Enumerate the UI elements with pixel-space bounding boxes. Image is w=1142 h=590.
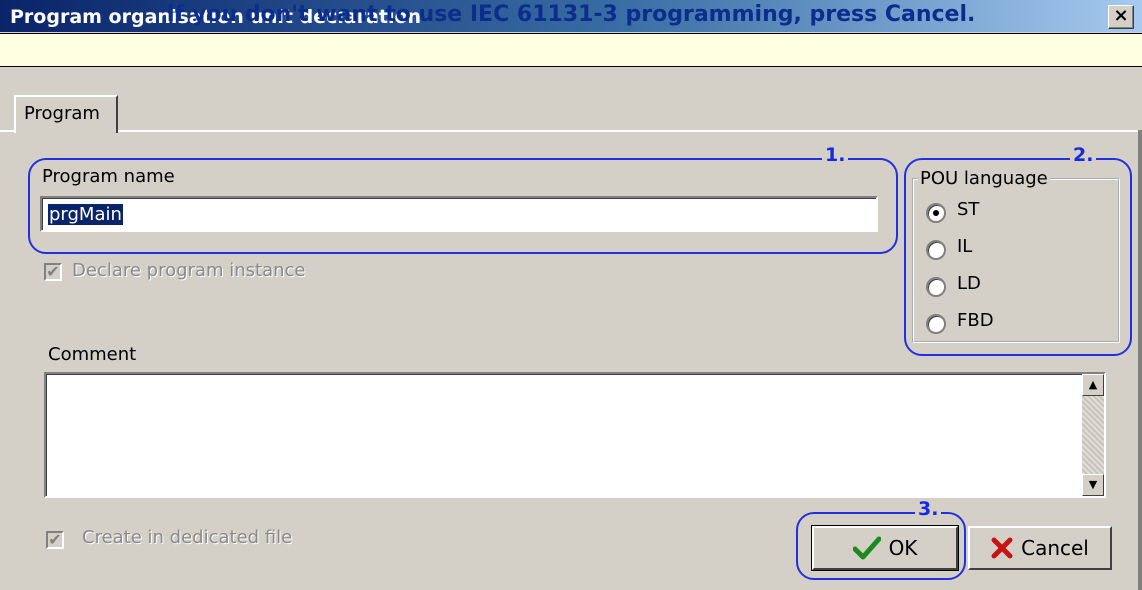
declare-instance-label: Declare program instance [72,260,306,281]
program-name-input[interactable]: prgMain [40,196,878,232]
callout-2-number: 2. [1070,144,1097,166]
program-name-value: prgMain [48,204,123,225]
pou-language-label: POU language [918,168,1050,189]
tab-program[interactable]: Program [14,95,118,133]
ok-button[interactable]: OK [811,525,959,571]
info-banner-text: If you don't want to use IEC 61131-3 pro… [166,2,976,27]
radio-fbd-label: FBD [957,310,994,331]
x-icon [991,537,1013,559]
scroll-down-button[interactable]: ▼ [1082,474,1104,496]
radio-fbd[interactable] [926,314,946,334]
tab-strip-line [0,130,1142,132]
checkmark-icon [852,536,881,560]
dedicated-file-checkbox[interactable]: ✔ [46,531,64,549]
cancel-button-label: Cancel [1021,536,1089,560]
dedicated-file-label: Create in dedicated file [82,527,293,548]
cancel-button[interactable]: Cancel [968,526,1112,570]
radio-il-label: IL [957,236,973,257]
radio-ld-label: LD [957,273,981,294]
panel-edge [1138,130,1142,590]
radio-selected-dot [933,210,939,216]
declare-instance-checkbox[interactable]: ✔ [44,263,62,281]
radio-st-label: ST [957,199,980,220]
radio-il[interactable] [926,240,946,260]
callout-3-number: 3. [915,498,942,520]
radio-ld[interactable] [926,277,946,297]
comment-textarea[interactable]: ▲ ▼ [44,372,1106,498]
scroll-up-button[interactable]: ▲ [1082,374,1104,396]
program-name-label: Program name [42,166,175,187]
callout-1-number: 1. [822,144,849,166]
comment-label: Comment [48,344,137,365]
info-banner [0,33,1142,67]
ok-button-label: OK [888,536,918,560]
radio-st[interactable] [926,203,946,223]
